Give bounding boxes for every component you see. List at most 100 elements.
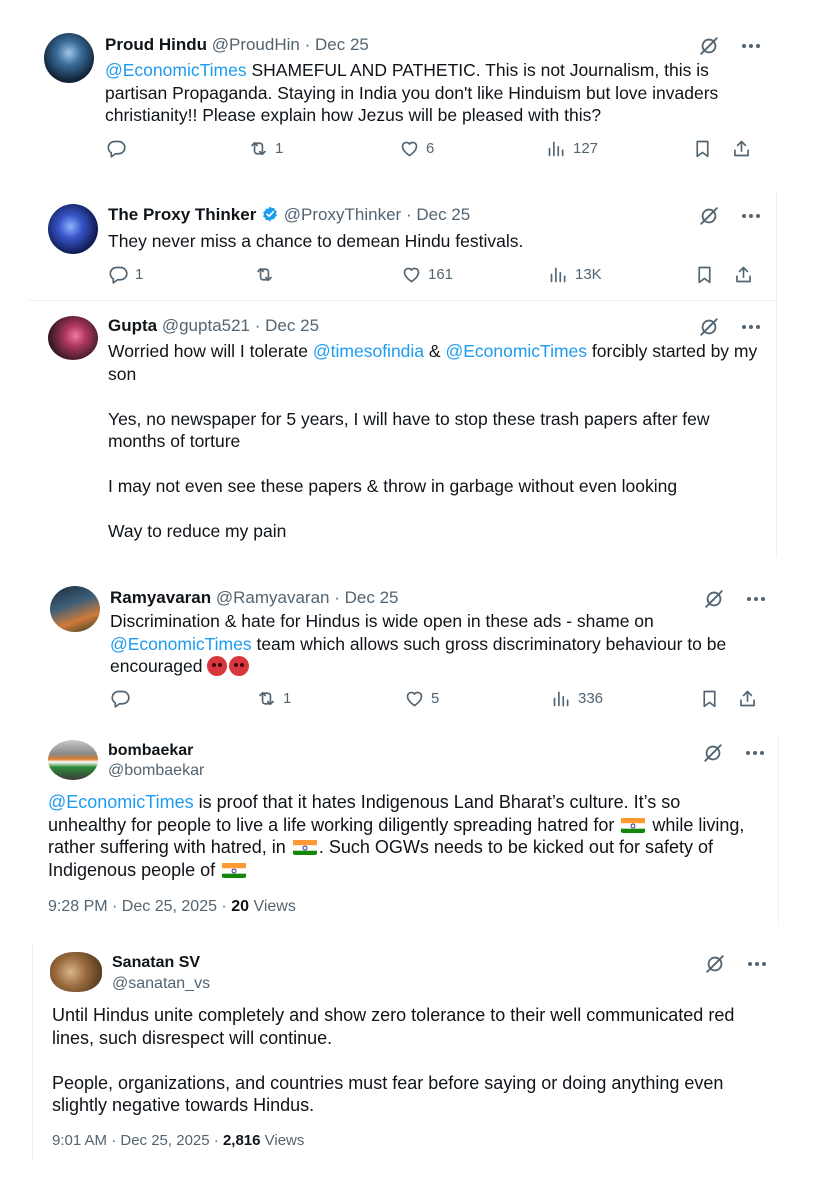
bookmark-button[interactable] — [692, 138, 713, 159]
repost-button[interactable]: 1 — [256, 688, 291, 709]
reply-button[interactable]: 1 — [108, 264, 143, 285]
tweet-text: They never miss a chance to demean Hindu… — [108, 230, 758, 253]
tweet-timestamp[interactable]: 9:01 AM · Dec 25, 2025 · 2,816 Views — [52, 1132, 304, 1149]
bookmark-button[interactable] — [694, 264, 715, 285]
grok-icon[interactable] — [702, 742, 724, 764]
views-count: 20 — [231, 898, 249, 915]
share-icon — [731, 138, 752, 159]
user-handle[interactable]: @sanatan_vs — [112, 975, 210, 992]
tweet-text: @EconomicTimes SHAMEFUL AND PATHETIC. Th… — [105, 59, 765, 127]
mention-link[interactable]: @EconomicTimes — [105, 60, 247, 80]
tweet-paragraph: I may not even see these papers & throw … — [108, 476, 678, 496]
india-flag-icon — [292, 839, 317, 855]
avatar[interactable] — [48, 204, 98, 254]
avatar[interactable] — [48, 316, 98, 360]
share-button[interactable] — [731, 138, 752, 159]
user-handle[interactable]: @bombaekar — [108, 762, 204, 779]
tweet-paragraph: Yes, no newspaper for 5 years, I will ha… — [108, 408, 710, 452]
tweet-card[interactable]: bombaekar @bombaekar @EconomicTimes is p… — [30, 734, 778, 924]
tweet-header: bombaekar — [108, 742, 193, 760]
more-icon[interactable] — [746, 751, 764, 755]
display-name[interactable]: Ramyavaran — [110, 588, 211, 607]
more-icon[interactable] — [747, 597, 765, 601]
like-icon — [399, 138, 420, 159]
repost-button[interactable] — [254, 264, 281, 285]
reply-button[interactable] — [106, 138, 133, 159]
share-button[interactable] — [737, 688, 758, 709]
like-count: 161 — [428, 266, 454, 283]
like-icon — [404, 688, 425, 709]
tweet-date[interactable]: Dec 25 — [416, 205, 470, 224]
tweet-timestamp[interactable]: 9:28 PM · Dec 25, 2025 · 20 Views — [48, 898, 296, 916]
more-icon[interactable] — [748, 962, 766, 966]
views-count: 13K — [575, 266, 602, 283]
views-icon — [548, 264, 569, 285]
tweet-header: The Proxy Thinker @ProxyThinker · Dec 25 — [108, 205, 470, 225]
avatar[interactable] — [48, 740, 98, 780]
views-count: 127 — [573, 140, 599, 157]
display-name[interactable]: bombaekar — [108, 742, 193, 759]
tweet-header-handle: @bombaekar — [108, 762, 204, 780]
views-label: Views — [249, 898, 296, 915]
views-count: 336 — [578, 690, 604, 707]
grok-icon[interactable] — [698, 35, 720, 57]
separator: · — [254, 316, 261, 335]
display-name[interactable]: Gupta — [108, 316, 157, 335]
tweet-top-actions — [698, 316, 760, 338]
tweet-header: Gupta @gupta521 · Dec 25 — [108, 316, 319, 336]
display-name[interactable]: Proud Hindu — [105, 35, 207, 54]
tweet-paragraph: Worried how will I tolerate @timesofindi… — [108, 340, 758, 385]
grok-icon[interactable] — [703, 588, 725, 610]
tweet-card[interactable]: Ramyavaran @Ramyavaran · Dec 25 Discrimi… — [30, 574, 780, 724]
share-button[interactable] — [733, 264, 754, 285]
tweet-date[interactable]: Dec 25 — [345, 588, 399, 607]
grok-icon[interactable] — [704, 953, 726, 975]
user-handle[interactable]: @Ramyavaran — [216, 588, 330, 607]
like-button[interactable]: 6 — [399, 138, 434, 159]
user-handle[interactable]: @ProxyThinker — [284, 205, 401, 224]
avatar[interactable] — [50, 952, 102, 992]
user-handle[interactable]: @gupta521 — [162, 316, 250, 335]
display-name[interactable]: Sanatan SV — [112, 954, 200, 971]
repost-button[interactable]: 1 — [248, 138, 283, 159]
share-icon — [733, 264, 754, 285]
like-button[interactable]: 161 — [401, 264, 453, 285]
reply-button[interactable] — [110, 688, 137, 709]
tweet-card[interactable]: Gupta @gupta521 · Dec 25 Worried how wil… — [28, 302, 776, 557]
repost-count: 1 — [283, 690, 292, 707]
display-name[interactable]: The Proxy Thinker — [108, 205, 256, 224]
views-button[interactable]: 127 — [546, 138, 598, 159]
mention-link[interactable]: @EconomicTimes — [110, 634, 252, 654]
grok-icon[interactable] — [698, 205, 720, 227]
tweet-date[interactable]: Dec 25 — [265, 316, 319, 335]
tweet-paragraph: People, organizations, and countries mus… — [52, 1072, 724, 1116]
more-icon[interactable] — [742, 44, 760, 48]
bookmark-button[interactable] — [699, 688, 720, 709]
tweet-top-actions — [703, 588, 765, 610]
mention-link[interactable]: @EconomicTimes — [445, 341, 587, 361]
angry-face-icon — [207, 656, 228, 676]
mention-link[interactable]: @timesofindia — [313, 341, 424, 361]
views-button[interactable]: 336 — [551, 688, 603, 709]
like-count: 5 — [431, 690, 440, 707]
tweet-card[interactable]: The Proxy Thinker @ProxyThinker · Dec 25… — [28, 190, 776, 298]
repost-icon — [256, 688, 277, 709]
tweet-text: Discrimination & hate for Hindus is wide… — [110, 610, 770, 678]
tweet-text: Worried how will I tolerate @timesofindi… — [108, 340, 758, 543]
tweet-top-actions — [704, 953, 766, 975]
card-edge — [778, 734, 779, 924]
like-icon — [401, 264, 422, 285]
user-handle[interactable]: @ProudHin — [212, 35, 300, 54]
tweet-card[interactable]: Sanatan SV @sanatan_vs Until Hindus unit… — [32, 944, 780, 1160]
views-button[interactable]: 13K — [548, 264, 602, 285]
like-button[interactable]: 5 — [404, 688, 439, 709]
tweet-date[interactable]: Dec 25 — [315, 35, 369, 54]
avatar[interactable] — [44, 33, 94, 83]
more-icon[interactable] — [742, 214, 760, 218]
avatar[interactable] — [50, 586, 100, 632]
grok-icon[interactable] — [698, 316, 720, 338]
more-icon[interactable] — [742, 325, 760, 329]
mention-link[interactable]: @EconomicTimes — [48, 792, 194, 812]
tweet-card[interactable]: Proud Hindu @ProudHin · Dec 25 @Economic… — [28, 20, 778, 172]
text-run: & — [424, 341, 446, 361]
